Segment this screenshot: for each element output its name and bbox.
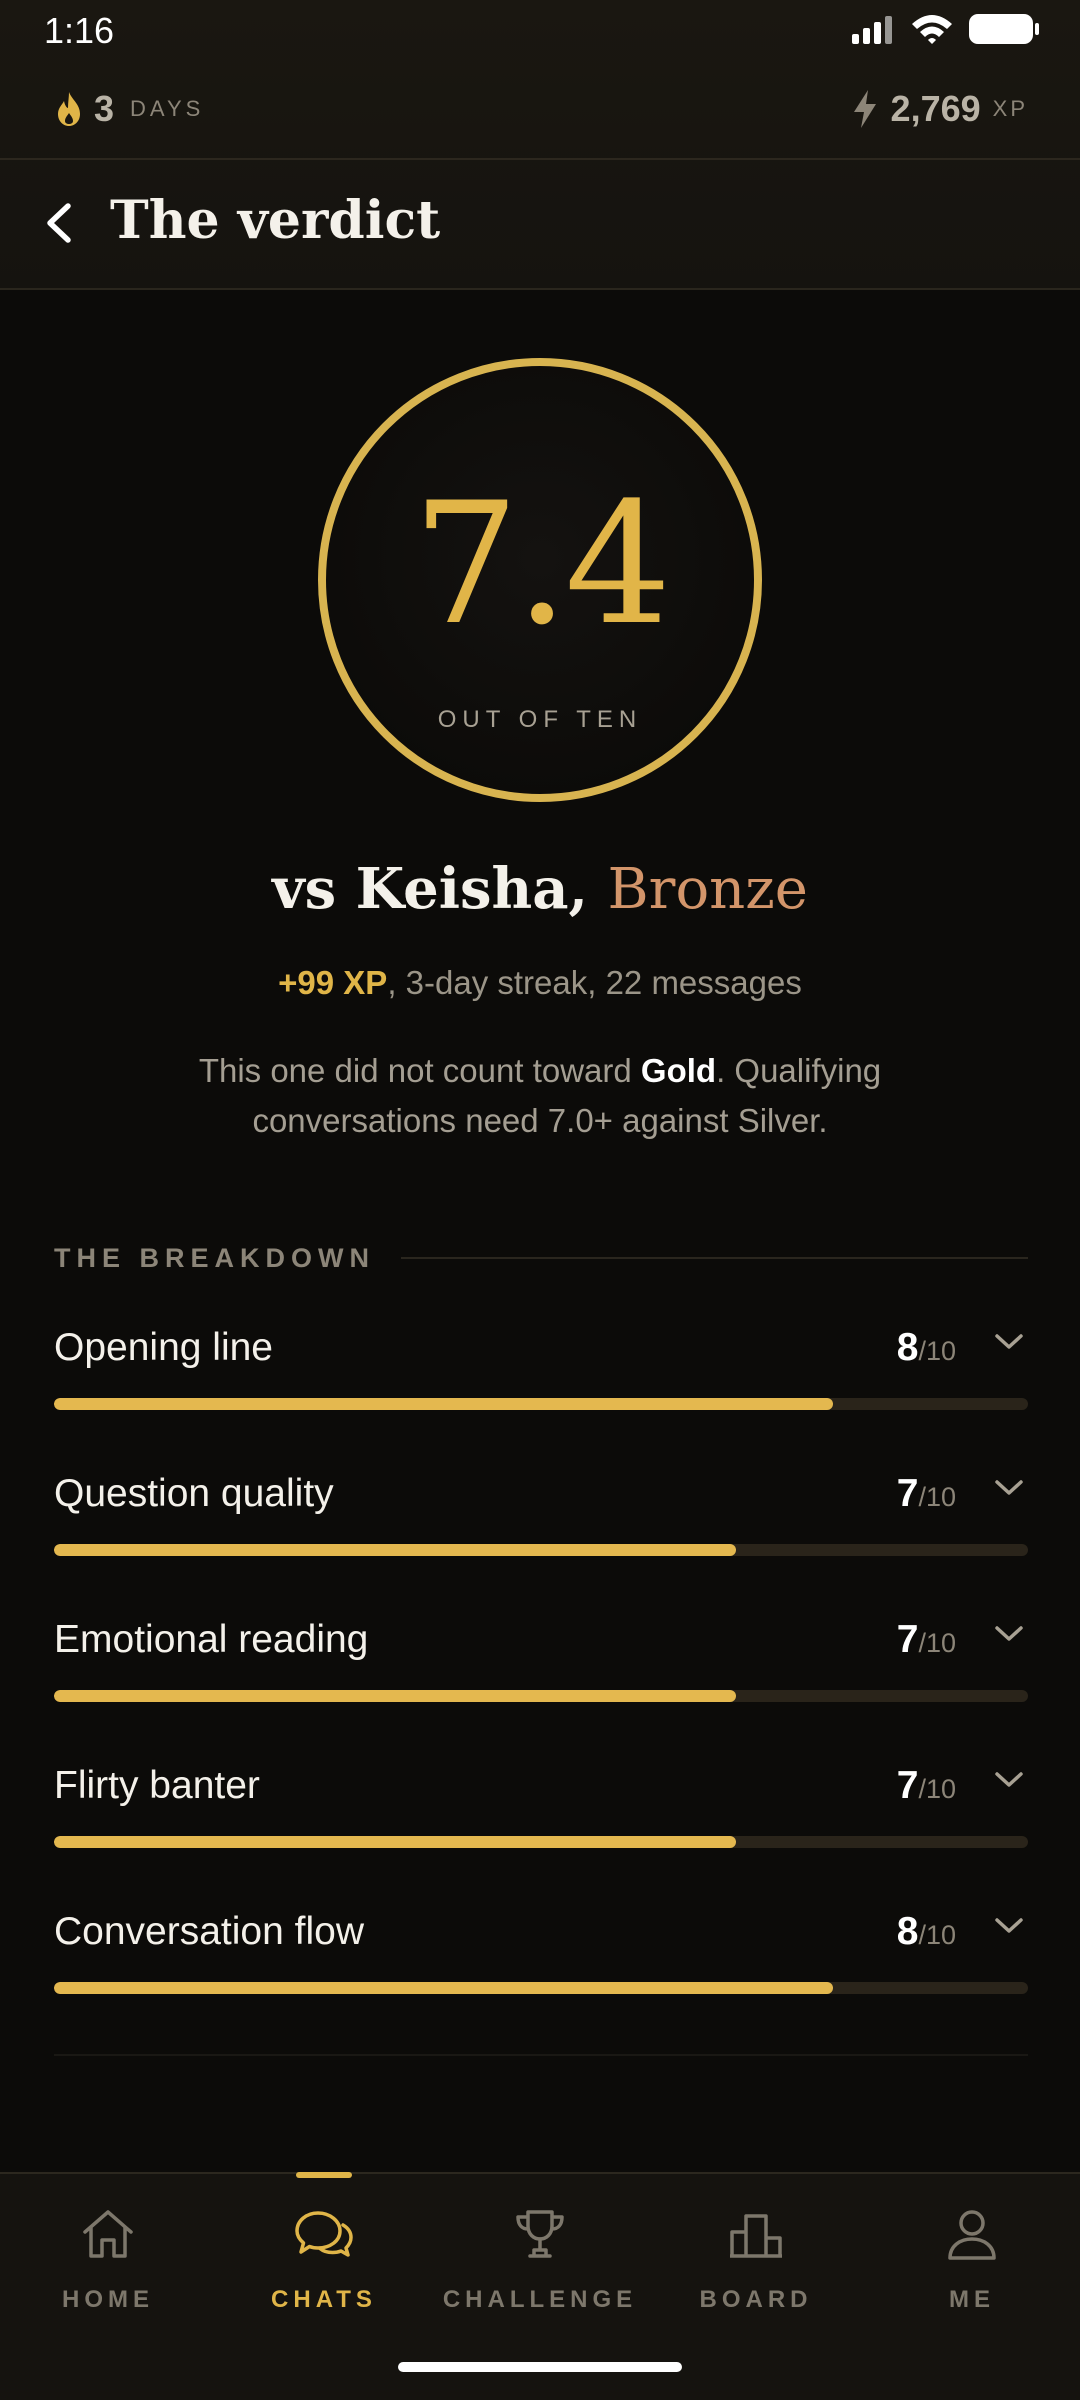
opponent-name: vs Keisha, bbox=[272, 856, 589, 922]
chevron-down-icon[interactable] bbox=[994, 1332, 1024, 1352]
chevron-down-icon[interactable] bbox=[994, 1624, 1024, 1644]
xp-counter[interactable]: 2,769 XP bbox=[851, 88, 1028, 130]
stats-bar: 3 DAYS 2,769 XP bbox=[0, 84, 1080, 156]
score-bar bbox=[54, 1836, 1028, 1848]
battery-icon bbox=[969, 14, 1039, 44]
leaderboard-icon bbox=[730, 2214, 782, 2258]
breakdown-row[interactable]: Flirty banter 7/10 bbox=[54, 1748, 1028, 1894]
status-icons bbox=[852, 12, 1040, 46]
nav-label: BOARD bbox=[699, 2286, 813, 2313]
nav-label: ME bbox=[949, 2286, 995, 2313]
nav-chats[interactable]: CHATS bbox=[216, 2172, 432, 2324]
opponent-tier: Bronze bbox=[607, 857, 808, 922]
profile-icon bbox=[948, 2210, 996, 2260]
xp-unit: XP bbox=[992, 96, 1028, 121]
category-score: 8/10 bbox=[896, 1326, 956, 1369]
flame-icon bbox=[58, 92, 80, 126]
score-subtitle: OUT OF TEN bbox=[437, 706, 643, 733]
stats-details: , 3-day streak, 22 messages bbox=[387, 964, 802, 1001]
score-bar bbox=[54, 1544, 1028, 1556]
section-title: THE BREAKDOWN bbox=[54, 1242, 375, 1273]
score-bar-fill bbox=[54, 1544, 736, 1556]
category-label: Conversation flow bbox=[54, 1910, 364, 1953]
xp-total: 2,769 bbox=[890, 88, 981, 129]
score-bar bbox=[54, 1398, 1028, 1410]
back-icon[interactable] bbox=[34, 196, 88, 250]
divider bbox=[0, 288, 1080, 290]
score-ring: 7.4 OUT OF TEN bbox=[318, 358, 762, 802]
page-header: The verdict bbox=[0, 160, 1080, 288]
status-time: 1:16 bbox=[44, 10, 115, 51]
lightning-icon bbox=[853, 90, 876, 128]
chat-icon bbox=[295, 2211, 353, 2257]
overall-score: 7.4 bbox=[412, 466, 671, 662]
nav-label: CHATS bbox=[271, 2286, 377, 2313]
signal-icon bbox=[852, 14, 896, 44]
chevron-down-icon[interactable] bbox=[994, 1478, 1024, 1498]
category-score: 7/10 bbox=[896, 1764, 956, 1807]
streak-count: 3 bbox=[94, 88, 115, 129]
nav-board[interactable]: BOARD bbox=[648, 2174, 864, 2324]
home-icon bbox=[83, 2210, 133, 2258]
streak-counter[interactable]: 3 DAYS bbox=[56, 88, 204, 130]
breakdown-row[interactable]: Question quality 7/10 bbox=[54, 1456, 1028, 1602]
score-bar-fill bbox=[54, 1982, 834, 1994]
category-label: Opening line bbox=[54, 1326, 273, 1369]
breakdown-list: Opening line 8/10 Question quality 7/10 … bbox=[54, 1310, 1028, 2040]
breakdown-row[interactable]: Emotional reading 7/10 bbox=[54, 1602, 1028, 1748]
score-bar bbox=[54, 1690, 1028, 1702]
section-divider bbox=[401, 1257, 1028, 1259]
score-bar bbox=[54, 1982, 1028, 1994]
trophy-icon bbox=[516, 2210, 564, 2258]
score-bar-fill bbox=[54, 1398, 834, 1410]
category-label: Question quality bbox=[54, 1472, 334, 1515]
nav-home[interactable]: HOME bbox=[0, 2174, 216, 2324]
breakdown-row[interactable]: Opening line 8/10 bbox=[54, 1310, 1028, 1456]
category-score: 7/10 bbox=[896, 1618, 956, 1661]
status-bar: 1:16 bbox=[0, 0, 1080, 62]
breakdown-row[interactable]: Conversation flow 8/10 bbox=[54, 1894, 1028, 2040]
nav-challenge[interactable]: CHALLENGE bbox=[432, 2174, 648, 2324]
qualification-note: This one did not count toward Gold. Qual… bbox=[198, 1052, 882, 1139]
opponent-line: vs Keisha, Bronze bbox=[0, 856, 1080, 922]
xp-gain: +99 XP bbox=[278, 964, 388, 1001]
streak-unit: DAYS bbox=[130, 96, 205, 121]
nav-label: HOME bbox=[62, 2286, 154, 2313]
divider bbox=[54, 2054, 1028, 2056]
category-score: 8/10 bbox=[896, 1910, 956, 1953]
category-label: Flirty banter bbox=[54, 1764, 260, 1807]
chevron-down-icon[interactable] bbox=[994, 1770, 1024, 1790]
score-bar-fill bbox=[54, 1836, 736, 1848]
score-bar-fill bbox=[54, 1690, 736, 1702]
breakdown-header: THE BREAKDOWN bbox=[54, 1238, 1028, 1278]
result-stats: +99 XP, 3-day streak, 22 messages bbox=[0, 964, 1080, 1002]
page-title: The verdict bbox=[110, 190, 441, 251]
nav-label: CHALLENGE bbox=[442, 2286, 638, 2313]
category-score: 7/10 bbox=[896, 1472, 956, 1515]
chevron-down-icon[interactable] bbox=[994, 1916, 1024, 1936]
wifi-icon bbox=[912, 15, 952, 44]
active-indicator bbox=[296, 2172, 352, 2178]
nav-me[interactable]: ME bbox=[864, 2174, 1080, 2324]
home-indicator[interactable] bbox=[398, 2362, 682, 2372]
category-label: Emotional reading bbox=[54, 1618, 369, 1661]
note-highlight: Gold bbox=[640, 1052, 717, 1089]
